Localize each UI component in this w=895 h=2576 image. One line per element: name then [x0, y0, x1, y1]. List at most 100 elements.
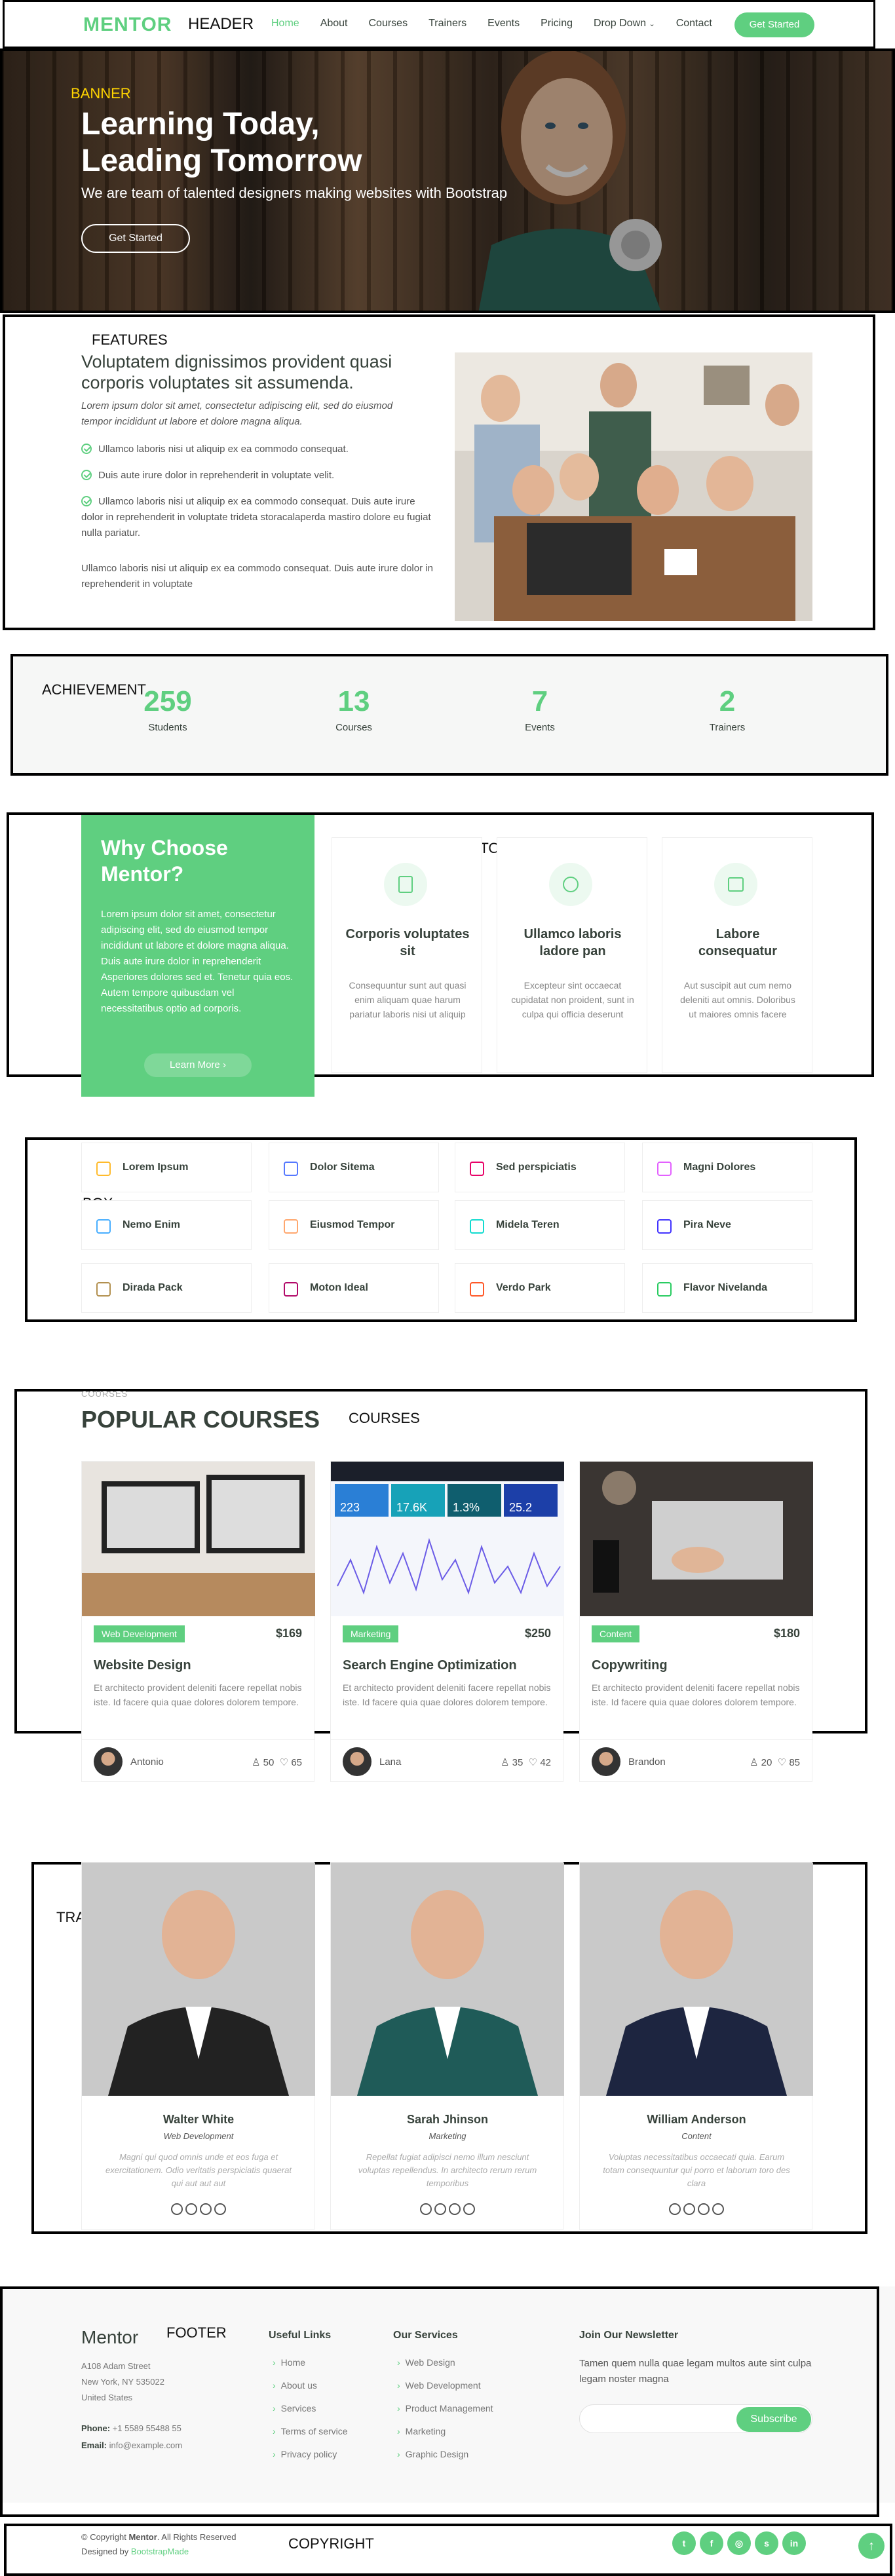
why-card-title: Labore consequatur	[698, 927, 778, 958]
course-title[interactable]: Search Engine Optimization	[343, 1658, 517, 1673]
icon-box[interactable]: Dolor Sitema	[269, 1143, 439, 1192]
site-logo[interactable]: MENTOR	[83, 14, 172, 36]
twitter-icon[interactable]: t	[672, 2531, 696, 2555]
course-card[interactable]: 223 17.6K 1.3% 25.2 Marketing $250 Search Engi…	[330, 1461, 564, 1782]
course-category-badge[interactable]: Content	[592, 1625, 640, 1642]
linkedin-icon[interactable]	[712, 2203, 724, 2215]
features-team-photo	[455, 352, 812, 621]
footer-link-home[interactable]: Home	[273, 2357, 348, 2368]
features-list-item: Ullamco laboris nisi ut aliquip ex ea co…	[81, 494, 435, 541]
instagram-icon[interactable]	[200, 2203, 212, 2215]
facebook-icon[interactable]	[683, 2203, 695, 2215]
icon-box-label: Lorem Ipsum	[123, 1162, 189, 1173]
chevron-right-icon: ›	[222, 1059, 226, 1070]
footer-contact: Phone: +1 5589 55488 55 Email: info@exam…	[81, 2420, 182, 2454]
footer-section-label: FOOTER	[166, 2324, 227, 2341]
instagram-icon[interactable]	[698, 2203, 710, 2215]
footer-link-web-development[interactable]: Web Development	[397, 2380, 493, 2391]
why-text: Lorem ipsum dolor sit amet, consectetur …	[101, 909, 294, 1014]
course-card[interactable]: Web Development $169 Website Design Et arch…	[81, 1461, 315, 1782]
linkedin-icon[interactable]: in	[782, 2531, 806, 2555]
icon-box[interactable]: Moton Ideal	[269, 1263, 439, 1313]
nav-about[interactable]: About	[320, 18, 348, 29]
footer-link-about[interactable]: About us	[273, 2380, 348, 2391]
trainer-social	[82, 2203, 315, 2218]
icon-box[interactable]: Magni Dolores	[642, 1143, 812, 1192]
facebook-icon[interactable]	[434, 2203, 446, 2215]
icon-box[interactable]: Sed perspiciatis	[455, 1143, 625, 1192]
icon-box-label: Flavor Nivelanda	[683, 1282, 768, 1293]
course-category-badge[interactable]: Marketing	[343, 1625, 399, 1642]
footer-address: A108 Adam Street New York, NY 535022 Uni…	[81, 2358, 164, 2406]
icon-box-label: Dolor Sitema	[310, 1162, 375, 1173]
icon-box[interactable]: Nemo Enim	[81, 1200, 252, 1250]
nav-home[interactable]: Home	[271, 18, 299, 29]
gradienter-icon	[284, 1219, 298, 1234]
twitter-icon[interactable]	[420, 2203, 432, 2215]
icon-box[interactable]: Pira Neve	[642, 1200, 812, 1250]
nav-pricing[interactable]: Pricing	[541, 18, 573, 29]
icon-box[interactable]: Dirada Pack	[81, 1263, 252, 1313]
footer-link-privacy[interactable]: Privacy policy	[273, 2449, 348, 2459]
nav-events[interactable]: Events	[487, 18, 520, 29]
footer-link-graphic-design[interactable]: Graphic Design	[397, 2449, 493, 2459]
footer-link-web-design[interactable]: Web Design	[397, 2357, 493, 2368]
designer-link[interactable]: BootstrapMade	[131, 2547, 189, 2556]
linkedin-icon[interactable]	[463, 2203, 475, 2215]
icon-box[interactable]: Midela Teren	[455, 1200, 625, 1250]
nav-trainers[interactable]: Trainers	[428, 18, 467, 29]
footer-link-marketing[interactable]: Marketing	[397, 2426, 493, 2436]
course-title[interactable]: Copywriting	[592, 1658, 668, 1673]
course-trainer-name[interactable]: Antonio	[130, 1756, 164, 1768]
course-card[interactable]: Content $180 Copywriting Et architecto prov…	[579, 1461, 813, 1782]
linkedin-icon[interactable]	[214, 2203, 226, 2215]
stat-value: 2	[719, 685, 736, 717]
course-users: 20	[761, 1757, 772, 1768]
icon-box[interactable]: Verdo Park	[455, 1263, 625, 1313]
twitter-icon[interactable]	[171, 2203, 183, 2215]
get-started-button[interactable]: Get Started	[734, 12, 814, 37]
stat-label: Students	[148, 722, 187, 733]
icon-box[interactable]: Eiusmod Tempor	[269, 1200, 439, 1250]
icon-box-label: Dirada Pack	[123, 1282, 183, 1293]
main-nav: Home About Courses Trainers Events Prici…	[271, 18, 733, 29]
instagram-icon[interactable]: ◎	[727, 2531, 751, 2555]
check-circle-icon	[81, 496, 92, 506]
footer-link-services[interactable]: Services	[273, 2403, 348, 2414]
subscribe-button[interactable]: Subscribe	[736, 2407, 811, 2432]
check-circle-icon	[81, 470, 92, 480]
heart-icon: ♡	[777, 1757, 787, 1768]
course-title[interactable]: Website Design	[94, 1658, 191, 1673]
footer-link-product-management[interactable]: Product Management	[397, 2403, 493, 2414]
stat-events: 7 Events	[490, 685, 590, 733]
features-list-item: Duis aute irure dolor in reprehenderit i…	[81, 468, 435, 483]
icon-box[interactable]: Lorem Ipsum	[81, 1143, 252, 1192]
services-title: Our Services	[393, 2330, 458, 2341]
instagram-icon[interactable]	[449, 2203, 461, 2215]
check-circle-icon	[81, 444, 92, 454]
address-line: A108 Adam Street	[81, 2361, 151, 2371]
nav-dropdown[interactable]: Drop Down ⌄	[594, 18, 655, 29]
email-value: info@example.com	[109, 2440, 183, 2450]
course-trainer-name[interactable]: Lana	[379, 1756, 401, 1768]
phone-value: +1 5589 55488 55	[112, 2423, 181, 2433]
nav-courses[interactable]: Courses	[369, 18, 408, 29]
skype-icon[interactable]: s	[755, 2531, 778, 2555]
trainer-bio: Repellat fugiat adipisci nemo illum nesc…	[358, 2152, 537, 2188]
icon-box[interactable]: Flavor Nivelanda	[642, 1263, 812, 1313]
course-image	[82, 1462, 315, 1616]
stat-value: 13	[337, 685, 370, 717]
facebook-icon[interactable]: f	[700, 2531, 723, 2555]
course-likes: 65	[291, 1757, 302, 1768]
course-category-badge[interactable]: Web Development	[94, 1625, 185, 1642]
learn-more-button[interactable]: Learn More ›	[144, 1053, 252, 1077]
nav-contact[interactable]: Contact	[676, 18, 712, 29]
course-trainer-name[interactable]: Brandon	[628, 1756, 666, 1768]
facebook-icon[interactable]	[185, 2203, 197, 2215]
copyright-section-label: COPYRIGHT	[288, 2535, 374, 2552]
footer-link-terms[interactable]: Terms of service	[273, 2426, 348, 2436]
back-to-top-button[interactable]: ↑	[858, 2533, 885, 2559]
why-card: Labore consequatur Aut suscipit aut cum …	[662, 837, 812, 1073]
twitter-icon[interactable]	[669, 2203, 681, 2215]
hero-get-started-button[interactable]: Get Started	[81, 224, 190, 253]
